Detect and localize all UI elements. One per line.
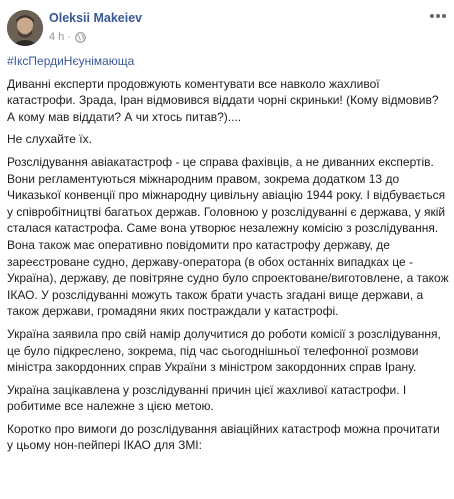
author-name[interactable]: Oleksii Makeiev xyxy=(49,11,142,25)
globe-icon[interactable] xyxy=(75,32,86,43)
hashtag-link[interactable]: #ІксПердиНєунімающа xyxy=(7,53,449,70)
post-paragraph-5: Україна зацікавлена у розслідуванні прич… xyxy=(7,382,407,414)
post-paragraph-1: Диванні експерти продовжують коментувати… xyxy=(7,76,439,124)
post-paragraph-6: Коротко про вимоги до розслідування авіа… xyxy=(7,421,440,453)
avatar[interactable] xyxy=(7,10,43,46)
post-timestamp[interactable]: 4 h xyxy=(49,31,64,43)
post-paragraph-2: Не слухайте їх. xyxy=(7,132,92,147)
post-paragraph-4: Україна заявила про свій намір долучитис… xyxy=(7,326,441,375)
post-header: Oleksii Makeiev 4 h · xyxy=(7,9,447,49)
post-paragraph-3: Розслідування авіакатастроф - це справа … xyxy=(7,154,449,319)
meta-separator: · xyxy=(67,30,71,43)
more-options-icon[interactable] xyxy=(429,11,447,21)
post-body: #ІксПердиНєунімающа Диванні експерти про… xyxy=(7,53,449,460)
avatar-image xyxy=(7,10,43,46)
post-meta: 4 h · xyxy=(49,30,86,43)
